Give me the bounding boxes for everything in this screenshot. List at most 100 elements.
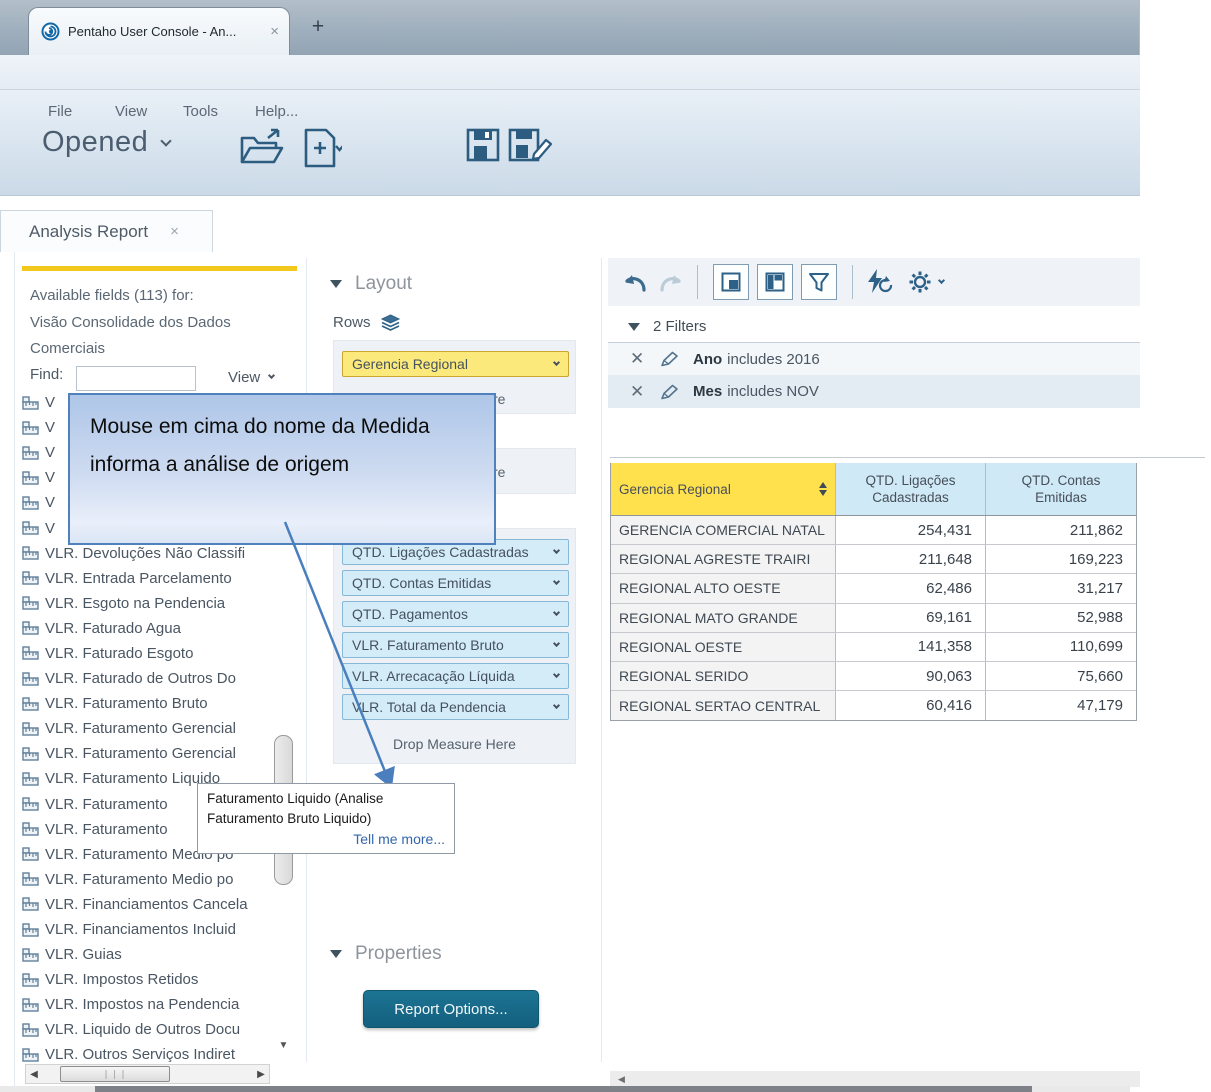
field-label: VLR. Faturamento <box>45 796 168 813</box>
table-row[interactable]: REGIONAL SERIDO 90,063 75,660 <box>611 662 1136 691</box>
save-button[interactable] <box>466 128 500 162</box>
list-item[interactable]: VLR. Guias <box>22 942 272 967</box>
find-label: Find: <box>30 366 63 383</box>
table-row[interactable]: REGIONAL AGRESTE TRAIRI 211,648 169,223 <box>611 545 1136 574</box>
report-horizontal-scrollbar[interactable]: ◀ <box>610 1071 1140 1087</box>
rows-member-label: Gerencia Regional <box>352 356 468 372</box>
measure-dropdown[interactable]: QTD. Pagamentos <box>342 601 569 627</box>
doc-tab-close-icon[interactable]: × <box>170 223 179 240</box>
list-item[interactable]: VLR. Faturamento Gerencial <box>22 716 272 741</box>
chevron-down-icon <box>553 358 560 365</box>
tab-close-icon[interactable]: × <box>270 23 279 40</box>
auto-refresh-button[interactable] <box>864 268 896 296</box>
redo-button[interactable] <box>658 270 686 294</box>
menu-help[interactable]: Help... <box>255 103 298 120</box>
table-body: GERENCIA COMERCIAL NATAL 254,431 211,862… <box>611 516 1136 720</box>
pentaho-menubar: File View Tools Help... Opened <box>0 90 1140 196</box>
measure-dropdown[interactable]: QTD. Contas Emitidas <box>342 570 569 596</box>
settings-dropdown[interactable] <box>908 270 944 294</box>
list-item[interactable]: VLR. Impostos Retidos <box>22 967 272 992</box>
page-horizontal-scrollbar[interactable] <box>0 1086 1130 1092</box>
measure-icon <box>22 697 39 711</box>
measure-dropdown[interactable]: VLR. Total da Pendencia <box>342 694 569 720</box>
column-header-qtd-contas[interactable]: QTD. Contas Emitidas <box>986 463 1136 515</box>
field-label: VLR. Faturado de Outros Do <box>45 670 236 687</box>
remove-filter-icon[interactable]: ✕ <box>630 382 654 402</box>
list-item[interactable]: VLR. Faturado de Outros Do <box>22 666 272 691</box>
layout-section-header[interactable]: Layout <box>330 273 412 295</box>
scroll-left-arrow[interactable]: ◀ <box>618 1074 625 1085</box>
row-header-cell: REGIONAL MATO GRANDE <box>611 604 836 632</box>
measure-icon <box>22 396 39 410</box>
filters-section-header[interactable]: 2 Filters <box>628 318 706 335</box>
scroll-right-arrow[interactable]: ▶ <box>253 1069 269 1080</box>
measure-icon <box>22 471 39 485</box>
edit-filter-icon[interactable] <box>660 351 679 367</box>
menu-tools[interactable]: Tools <box>183 103 218 120</box>
measure-dropdown[interactable]: VLR. Arrecacação Líquida <box>342 663 569 689</box>
scrollbar-track[interactable]: ❘❘❘ <box>42 1065 253 1083</box>
show-top-panel-button[interactable] <box>757 264 793 300</box>
remove-filter-icon[interactable]: ✕ <box>630 349 654 369</box>
fields-scrollbar-down-arrow[interactable]: ▼ <box>274 1038 293 1055</box>
measure-icon <box>22 872 39 886</box>
list-item[interactable]: VLR. Impostos na Pendencia <box>22 992 272 1017</box>
tab-analysis-report[interactable]: Analysis Report × <box>0 210 213 252</box>
list-item[interactable]: VLR. Entrada Parcelamento <box>22 566 272 591</box>
tell-me-more-link[interactable]: Tell me more... <box>207 829 445 849</box>
scroll-left-arrow[interactable]: ◀ <box>26 1069 42 1080</box>
field-label: VLR. Devoluções Não Classifi <box>45 545 245 562</box>
column-header-qtd-ligacoes[interactable]: QTD. Ligações Cadastradas <box>836 463 986 515</box>
pentaho-user-console: Pentaho User Console - An... × + 10.18.0… <box>0 0 1211 1092</box>
list-item[interactable]: VLR. Faturado Agua <box>22 616 272 641</box>
field-label: VLR. Financiamentos Cancela <box>45 896 248 913</box>
browser-tab[interactable]: Pentaho User Console - An... × <box>28 7 290 55</box>
find-input[interactable] <box>76 366 196 391</box>
annotation-callout: Mouse em cima do nome da Medida informa … <box>68 393 496 545</box>
list-item[interactable]: VLR. Faturamento Gerencial <box>22 741 272 766</box>
edit-filter-icon[interactable] <box>660 384 679 400</box>
view-dropdown[interactable]: View <box>228 369 274 386</box>
field-label: V <box>45 520 55 537</box>
table-row[interactable]: REGIONAL OESTE 141,358 110,699 <box>611 633 1136 662</box>
show-left-panel-button[interactable] <box>713 264 749 300</box>
properties-section-header[interactable]: Properties <box>330 943 442 965</box>
rows-label: Rows <box>333 314 401 331</box>
measure-label: QTD. Pagamentos <box>352 606 468 622</box>
opened-dropdown[interactable]: Opened <box>42 126 170 159</box>
table-row[interactable]: REGIONAL MATO GRANDE 69,161 52,988 <box>611 604 1136 633</box>
filter-panel-button[interactable] <box>801 264 837 300</box>
open-file-button[interactable] <box>238 128 286 168</box>
measure-icon <box>22 496 39 510</box>
chevron-down-icon <box>161 135 172 146</box>
save-as-button[interactable] <box>508 128 554 162</box>
table-row[interactable]: GERENCIA COMERCIAL NATAL 254,431 211,862 <box>611 516 1136 545</box>
rows-member-dropdown[interactable]: Gerencia Regional <box>342 351 569 377</box>
table-row[interactable]: REGIONAL ALTO OESTE 62,486 31,217 <box>611 574 1136 603</box>
menu-view[interactable]: View <box>115 103 147 120</box>
list-item[interactable]: VLR. Financiamentos Incluid <box>22 917 272 942</box>
list-item[interactable]: VLR. Faturamento Bruto <box>22 691 272 716</box>
measure-icon <box>22 897 39 911</box>
sort-icon[interactable] <box>819 482 827 496</box>
scrollbar-thumb[interactable]: ❘❘❘ <box>60 1066 170 1082</box>
list-item[interactable]: VLR. Financiamentos Cancela <box>22 892 272 917</box>
measures-dropzone[interactable]: QTD. Ligações Cadastradas QTD. Contas Em… <box>333 528 576 764</box>
field-label: VLR. Outros Serviços Indiret <box>45 1046 235 1063</box>
measure-icon <box>22 596 39 610</box>
measure-icon <box>22 571 39 585</box>
menu-file[interactable]: File <box>48 103 72 120</box>
report-options-button[interactable]: Report Options... <box>363 990 539 1028</box>
new-report-button[interactable] <box>302 128 342 170</box>
table-row[interactable]: REGIONAL SERTAO CENTRAL 60,416 47,179 <box>611 691 1136 720</box>
new-tab-button[interactable]: + <box>300 15 336 42</box>
column-header-gerencia-regional[interactable]: Gerencia Regional <box>611 463 836 515</box>
measure-dropdown[interactable]: VLR. Faturamento Bruto <box>342 632 569 658</box>
list-item[interactable]: VLR. Faturado Esgoto <box>22 641 272 666</box>
undo-button[interactable] <box>620 270 648 294</box>
list-item[interactable]: VLR. Liquido de Outros Docu <box>22 1017 272 1042</box>
scrollbar-thumb[interactable] <box>95 1086 1032 1092</box>
list-item[interactable]: VLR. Faturamento Medio po <box>22 867 272 892</box>
list-item[interactable]: VLR. Esgoto na Pendencia <box>22 591 272 616</box>
fields-horizontal-scrollbar[interactable]: ◀ ❘❘❘ ▶ <box>25 1064 270 1084</box>
